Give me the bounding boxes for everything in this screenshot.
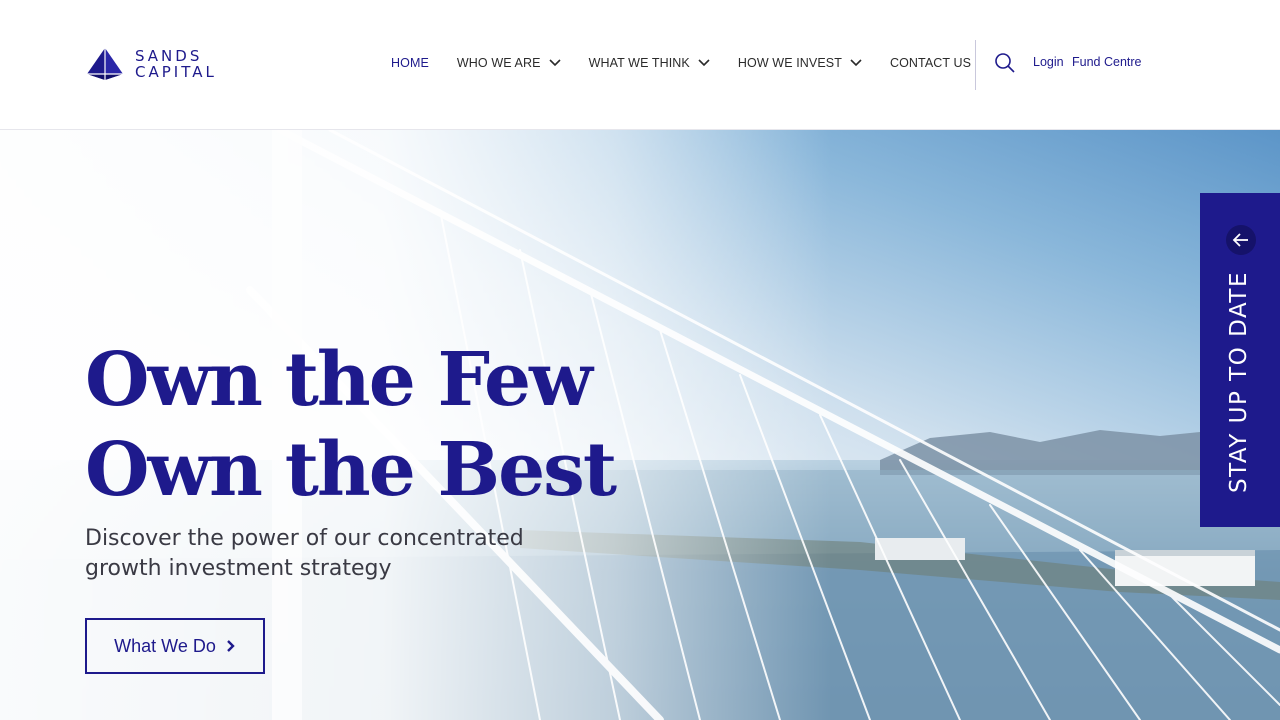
login-link[interactable]: Login [1033, 55, 1064, 69]
what-we-do-button[interactable]: What We Do [85, 618, 265, 674]
headline-line-1: Own the Few [85, 337, 593, 423]
nav-label: WHO WE ARE [456, 56, 541, 70]
nav-label: HOME [391, 56, 429, 70]
logo-mark-icon [87, 48, 123, 80]
headline-line-2: Own the Best [85, 427, 617, 513]
hero-subhead: Discover the power of our concentrated g… [85, 526, 524, 581]
chevron-down-icon [698, 59, 710, 67]
arrow-left-icon[interactable] [1226, 225, 1256, 255]
logo-line-2: CAPITAL [135, 63, 217, 81]
nav-item-what-we-think[interactable]: WHAT WE THINK [589, 56, 710, 70]
logo-link[interactable]: SANDS CAPITAL [85, 46, 217, 82]
chevron-down-icon [548, 59, 561, 67]
nav-item-home[interactable]: HOME [391, 56, 429, 70]
site-header: SANDS CAPITAL HOME WHO WE ARE WHAT WE TH… [0, 0, 1280, 130]
nav-label: WHAT WE THINK [588, 56, 690, 70]
chevron-right-icon [226, 640, 235, 652]
logo-line-1: SANDS [135, 47, 203, 65]
main-nav: HOME WHO WE ARE WHAT WE THINK HOW WE INV… [391, 56, 971, 70]
logo-wordmark: SANDS CAPITAL [135, 48, 217, 80]
nav-item-who-we-are[interactable]: WHO WE ARE [457, 56, 561, 70]
chevron-down-icon [850, 59, 862, 67]
nav-item-contact-us[interactable]: CONTACT US [890, 56, 971, 70]
nav-label: CONTACT US [889, 56, 972, 70]
fund-centre-link[interactable]: Fund Centre [1072, 55, 1141, 69]
hero-section: Own the Few Own the Best Discover the po… [0, 130, 1280, 720]
stay-up-to-date-label: STAY UP TO DATE [1226, 271, 1252, 493]
header-divider [975, 40, 976, 90]
search-icon[interactable] [994, 52, 1016, 74]
nav-label: HOW WE INVEST [737, 56, 842, 70]
stay-up-to-date-tab[interactable]: STAY UP TO DATE [1200, 193, 1280, 527]
nav-item-how-we-invest[interactable]: HOW WE INVEST [738, 56, 862, 70]
hero-headline: Own the Few Own the Best [85, 335, 617, 515]
cta-label: What We Do [114, 635, 216, 656]
